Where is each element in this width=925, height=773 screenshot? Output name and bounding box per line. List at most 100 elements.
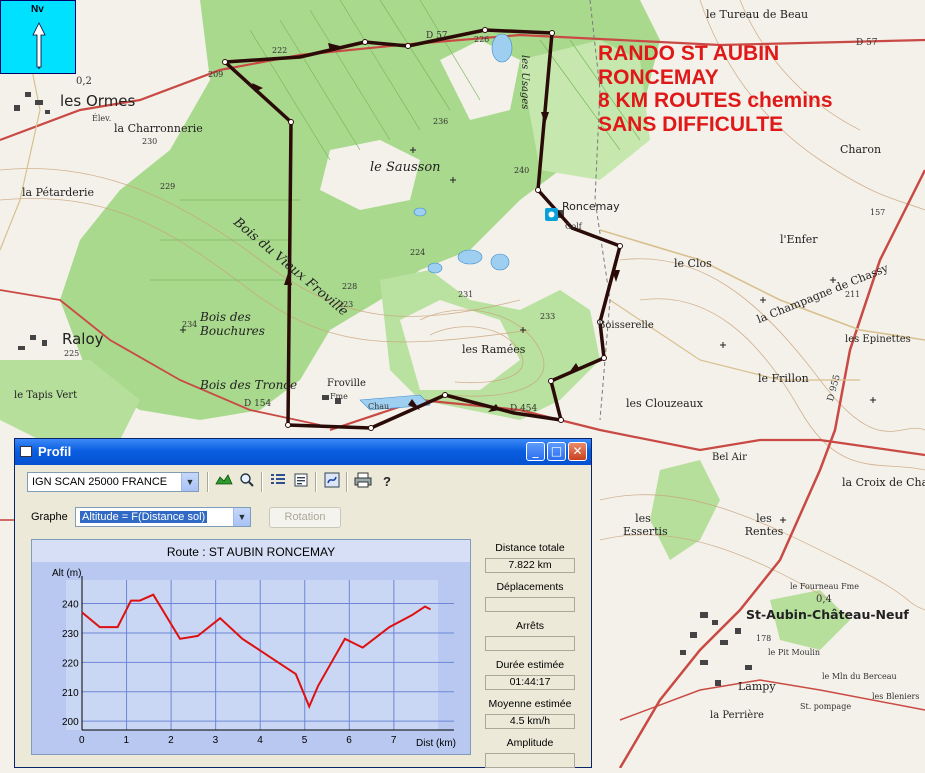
place-la-petarderie: la Pétarderie [22,186,95,199]
stat-value-distance: 7.822 km [485,558,575,573]
road-label-d57-north: D 57 [426,31,448,41]
profile-icon[interactable] [214,472,234,492]
window-toolbar: IGN SCAN 25000 FRANCE ▼ ? [15,468,591,496]
spot-height: 0,2 [76,76,92,87]
graph-label: Graphe [31,511,68,523]
toolbar-separator [346,472,348,492]
place-les-usages: les Usages [519,55,530,110]
properties-icon[interactable] [291,472,311,492]
place-roncemay: Roncemay [562,200,620,213]
road-label-d454: D 454 [510,404,538,414]
place-raloy: Raloy [62,330,104,348]
minimize-button[interactable]: _ [526,442,545,461]
place-les-ramees: les Ramées [462,343,526,356]
print-icon[interactable] [353,472,373,492]
profile-window[interactable]: Profil _ □ ✕ IGN SCAN 25000 FRANCE ▼ ? G… [14,438,592,768]
spot-height: 233 [540,312,556,321]
north-arrow-icon [32,22,46,69]
spot-height: 240 [514,166,530,175]
map-source-select[interactable]: IGN SCAN 25000 FRANCE ▼ [27,472,199,492]
place-les-bleniers: les Bleniers [872,692,920,701]
place-le-tureau-de-beau: le Tureau de Beau [706,8,809,21]
y-tick-label: 220 [62,658,79,669]
place-moulin-berceau: le Mln du Berceau [822,672,897,681]
stat-label-average: Moyenne estimée [488,698,572,710]
spot-height: 157 [870,208,886,217]
stat-value-average: 4.5 km/h [485,714,575,729]
x-tick-label: 5 [302,735,308,746]
hike-title-line-2: RONCEMAY [598,65,719,89]
spot-height: 211 [845,290,861,299]
chevron-down-icon[interactable]: ▼ [233,508,250,526]
spot-height: 178 [756,634,772,643]
settings-icon[interactable] [322,472,342,492]
stat-label-stops: Arrêts [515,620,544,632]
graph-select[interactable]: Altitude = F(Distance sol) ▼ [75,507,251,527]
place-charon: Charon [840,143,882,156]
x-tick-label: 1 [124,735,130,746]
y-tick-label: 230 [62,629,79,640]
place-bois-des-tronce: Bois des Tronce [200,378,298,392]
y-tick-label: 240 [62,600,79,611]
maximize-button[interactable]: □ [547,442,566,461]
place-le-pit-moulin: le Pit Moulin [768,648,820,657]
graph-select-value: Altitude = F(Distance sol) [80,511,208,523]
stat-value-duration: 01:44:17 [485,675,575,690]
plot-area [66,580,438,730]
place-froville: Froville [327,378,366,389]
x-tick-label: 0 [79,735,85,746]
window-titlebar[interactable]: Profil _ □ ✕ [15,439,591,465]
window-title: Profil [38,444,72,459]
place-les-epinettes: les Epinettes [845,334,911,345]
place-la-croix-de-cha: la Croix de Cha [842,476,925,489]
map-source-value: IGN SCAN 25000 FRANCE [32,476,168,488]
spot-height: 230 [142,137,158,146]
x-tick-label: 2 [168,735,174,746]
place-st-pompage: St. pompage [800,702,852,711]
zoom-icon[interactable] [237,472,257,492]
spot-height: 228 [342,282,358,291]
place-golf: Golf [565,222,582,231]
spot-height: 0,4 [816,594,832,605]
place-chau: Chau [368,402,390,411]
close-button[interactable]: ✕ [568,442,587,461]
spot-height: 234 [182,320,198,329]
toolbar-separator [315,472,317,492]
place-le-tapis-vert: le Tapis Vert [14,390,78,401]
spot-height: 224 [410,248,426,257]
place-les-essertis: les Essertis [623,512,668,538]
x-tick-label: 4 [257,735,263,746]
help-icon[interactable]: ? [377,472,397,492]
place-froville-fme: Fme [330,392,348,401]
place-les-rentes: les Rentes [744,512,784,538]
place-bois-des-bouchures: Bois des Bouchures [200,310,265,338]
place-le-frillon: le Frillon [758,372,809,385]
golf-icon [545,208,558,221]
list-icon[interactable] [268,472,288,492]
place-le-clos: le Clos [674,257,712,270]
hike-title-line-3: 8 KM ROUTES chemins [598,89,833,112]
road-label-d154: D 154 [244,399,272,409]
place-lampy: Lampy [738,680,776,693]
elevation-chart: 0 1 2 3 4 5 6 7 200 210 220 230 240 Alt (m) Dist (km… [32,562,470,754]
stat-value-amplitude [485,753,575,768]
place-st-aubin-chateau-neuf: St-Aubin-Château-Neuf [746,607,909,622]
place-l-enfer: l'Enfer [780,233,818,246]
north-arrow-box: Nv [0,0,76,74]
place-boisserelle: Boisserelle [598,320,654,331]
elevation-profile-panel: Route : ST AUBIN RONCEMAY 0 1 2 3 4 5 6 7 200 210… [31,539,471,755]
place-le-sausson: le Sausson [370,160,441,175]
rotation-button[interactable]: Rotation [269,507,341,528]
stat-value-stops [485,636,575,651]
chevron-down-icon[interactable]: ▼ [181,473,198,491]
place-la-charronnerie: la Charronnerie [114,122,203,135]
y-axis-label: Alt (m) [52,568,81,579]
x-tick-label: 3 [213,735,219,746]
window-app-icon [20,446,32,457]
stat-label-duration: Durée estimée [495,659,565,671]
spot-height: 226 [474,35,490,44]
place-les-clouzeaux: les Clouzeaux [626,397,703,410]
x-tick-label: 6 [346,735,352,746]
stat-label-distance: Distance totale [495,542,565,554]
stat-label-amplitude: Amplitude [506,737,554,749]
